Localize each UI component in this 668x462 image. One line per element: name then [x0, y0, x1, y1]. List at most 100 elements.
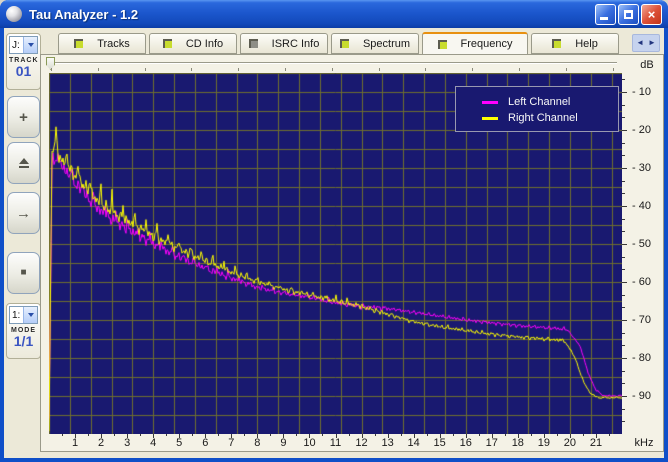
y-minor-tick: [622, 181, 625, 182]
x-minor-tick: [192, 434, 193, 436]
x-tick-label: 7: [220, 437, 242, 449]
db-unit-label: dB: [622, 59, 664, 71]
y-minor-tick: [622, 345, 625, 346]
x-minor-tick: [62, 434, 63, 436]
forward-button[interactable]: →: [7, 192, 40, 234]
x-tick-label: 1: [64, 437, 86, 449]
stop-button[interactable]: ■: [7, 252, 40, 294]
slider-tick: [379, 68, 380, 71]
y-minor-tick: [622, 155, 625, 156]
slider-tick: [519, 68, 520, 71]
tab-scroll-right-icon[interactable]: ►: [648, 39, 656, 47]
y-minor-tick: [622, 421, 625, 422]
slider-tick: [613, 68, 614, 71]
maximize-icon: [624, 10, 633, 19]
minimize-button[interactable]: [595, 4, 616, 25]
x-tick-label: 13: [377, 437, 399, 449]
x-minor-tick: [218, 434, 219, 436]
tab-spectrum[interactable]: Spectrum: [331, 33, 419, 54]
y-minor-tick: [622, 79, 625, 80]
plot-area: Left Channel Right Channel: [49, 73, 622, 434]
x-minor-tick: [453, 434, 454, 436]
app-window: Tau Analyzer - 1.2 × J: TRACK 01 + →: [0, 0, 668, 462]
slider-track[interactable]: [47, 62, 617, 64]
x-tick-label: 19: [533, 437, 555, 449]
tab-isrc-info[interactable]: ISRC Info: [240, 33, 328, 54]
track-number: 01: [9, 64, 38, 79]
legend: Left Channel Right Channel: [455, 86, 619, 132]
x-tick-label: 4: [142, 437, 164, 449]
flag-icon: [340, 39, 349, 48]
x-minor-tick: [479, 434, 480, 436]
y-tick: [622, 282, 627, 283]
tab-frequency[interactable]: Frequency: [422, 32, 528, 55]
slider-tick: [51, 68, 52, 71]
tab-help[interactable]: Help: [531, 33, 619, 54]
x-minor-tick: [296, 434, 297, 436]
y-tick-label: - 50: [632, 238, 662, 250]
slider-tick: [425, 68, 426, 71]
flag-icon: [552, 39, 561, 48]
y-tick: [622, 130, 627, 131]
y-minor-tick: [622, 371, 625, 372]
close-button[interactable]: ×: [641, 4, 662, 25]
slider-tick: [191, 68, 192, 71]
x-minor-tick: [322, 434, 323, 436]
y-tick-label: - 40: [632, 200, 662, 212]
x-minor-tick: [609, 434, 610, 436]
y-tick-label: - 10: [632, 86, 662, 98]
y-tick-label: - 60: [632, 276, 662, 288]
slider-tick: [566, 68, 567, 71]
maximize-button[interactable]: [618, 4, 639, 25]
x-minor-tick: [375, 434, 376, 436]
x-minor-tick: [505, 434, 506, 436]
y-tick: [622, 358, 627, 359]
stop-icon: ■: [20, 268, 26, 278]
x-tick-label: 9: [272, 437, 294, 449]
mode-value: 1/1: [9, 334, 38, 349]
slider-tick: [145, 68, 146, 71]
x-minor-tick: [531, 434, 532, 436]
y-minor-tick: [622, 409, 625, 410]
y-minor-tick: [622, 219, 625, 220]
y-tick-label: - 70: [632, 314, 662, 326]
y-tick-label: - 30: [632, 162, 662, 174]
forward-icon: →: [16, 206, 31, 221]
y-tick: [622, 168, 627, 169]
y-minor-tick: [622, 143, 625, 144]
y-minor-tick: [622, 333, 625, 334]
x-minor-tick: [166, 434, 167, 436]
position-slider[interactable]: [45, 56, 619, 72]
x-minor-tick: [583, 434, 584, 436]
window-content: J: TRACK 01 + → ■ 1: MODE 1/1: [4, 28, 664, 458]
y-tick: [622, 244, 627, 245]
y-tick: [622, 206, 627, 207]
x-tick-label: 3: [116, 437, 138, 449]
tab-tracks[interactable]: Tracks: [58, 33, 146, 54]
y-tick: [622, 92, 627, 93]
app-icon: [6, 6, 22, 22]
legend-item-left-channel: Left Channel: [482, 94, 618, 110]
x-tick-label: 20: [559, 437, 581, 449]
chevron-down-icon[interactable]: [23, 37, 37, 53]
track-group: J: TRACK 01: [6, 33, 41, 90]
chevron-down-icon[interactable]: [23, 307, 37, 323]
drive-select[interactable]: J:: [9, 36, 38, 54]
x-tick-label: 14: [403, 437, 425, 449]
khz-unit-label: kHz: [626, 437, 662, 449]
mode-select[interactable]: 1:: [9, 306, 38, 324]
flag-icon: [249, 39, 258, 48]
y-tick: [622, 320, 627, 321]
plus-button[interactable]: +: [7, 96, 40, 138]
tab-scroll-left-icon[interactable]: ◄: [636, 39, 644, 47]
title-bar: Tau Analyzer - 1.2 ×: [0, 0, 668, 28]
slider-tick: [472, 68, 473, 71]
tab-cd-info[interactable]: CD Info: [149, 33, 237, 54]
eject-button[interactable]: [7, 142, 40, 184]
x-minor-tick: [349, 434, 350, 436]
x-minor-tick: [140, 434, 141, 436]
flag-icon: [163, 39, 172, 48]
y-minor-tick: [622, 295, 625, 296]
y-minor-tick: [622, 105, 625, 106]
x-minor-tick: [427, 434, 428, 436]
